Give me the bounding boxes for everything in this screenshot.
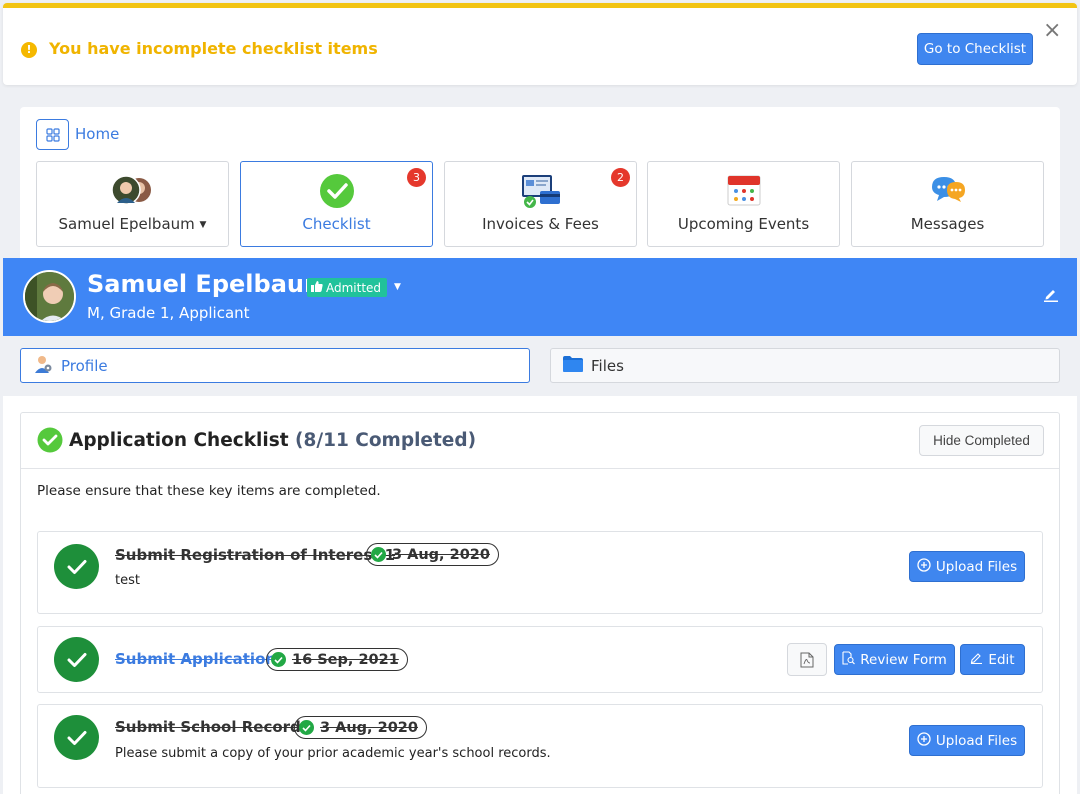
edit-pencil-icon[interactable] [1043, 286, 1059, 306]
grid-icon [45, 127, 60, 142]
completion-date: 3 Aug, 2020 [320, 719, 418, 736]
checklist-progress-count: (8/11 Completed) [295, 430, 477, 451]
student-subtitle: M, Grade 1, Applicant [87, 304, 250, 322]
tab-label: Profile [61, 356, 108, 375]
caret-down-icon: ▼ [199, 220, 207, 230]
invoice-icon [520, 173, 562, 213]
completion-date-pill: 16 Sep, 2021 [266, 648, 408, 671]
completed-check-icon [54, 637, 99, 682]
upload-files-button[interactable]: Upload Files [909, 551, 1025, 582]
pencil-icon [970, 651, 983, 668]
completion-date-pill: 3 Aug, 2020 [294, 716, 427, 739]
item-description: test [115, 573, 140, 588]
pdf-file-icon [800, 652, 814, 667]
student-name: Samuel Epelbaum [87, 270, 329, 298]
upload-files-button[interactable]: Upload Files [909, 725, 1025, 756]
go-to-checklist-button[interactable]: Go to Checklist [917, 33, 1033, 65]
checklist-item: Submit Application 16 Sep, 2021 Review F… [37, 626, 1043, 693]
tab-profile[interactable]: Profile [20, 348, 530, 383]
tile-messages[interactable]: Messages [851, 161, 1044, 247]
tile-label: Checklist [302, 215, 371, 233]
review-form-button[interactable]: Review Form [834, 644, 955, 675]
divider [21, 468, 1059, 469]
check-icon [271, 652, 286, 667]
invoices-count-badge: 2 [611, 168, 630, 187]
tab-files[interactable]: Files [550, 348, 1060, 383]
tile-label: Messages [910, 215, 985, 233]
tile-label: Upcoming Events [677, 215, 810, 233]
checklist-item: Submit Registration of Interest 1 3 Aug,… [37, 531, 1043, 614]
status-caret-down-icon[interactable]: ▼ [394, 282, 401, 292]
submit-application-link[interactable]: Submit Application [115, 650, 276, 668]
item-description: Please submit a copy of your prior acade… [115, 746, 551, 761]
tile-student-selector[interactable]: Samuel Epelbaum ▼ [36, 161, 229, 247]
pdf-download-button[interactable] [787, 643, 827, 676]
checklist-item: Submit School Records 3 Aug, 2020 Please… [37, 704, 1043, 788]
tile-upcoming-events[interactable]: Upcoming Events [647, 161, 840, 247]
checklist-title-text: Application Checklist [69, 430, 289, 451]
status-badge[interactable]: Admitted [307, 278, 388, 297]
tile-label: Samuel Epelbaum [58, 215, 195, 233]
checklist-content-area: Application Checklist (8/11 Completed) H… [3, 396, 1077, 794]
home-navigation-panel: Home Samuel Epelbaum ▼ 3 Checklist 2 Inv… [20, 107, 1060, 277]
button-label: Review Form [860, 651, 947, 668]
item-title: Submit Registration of Interest 1 [115, 546, 396, 564]
tile-label: Invoices & Fees [482, 215, 599, 233]
button-label: Upload Files [935, 732, 1018, 749]
button-label: Upload Files [935, 558, 1018, 575]
completion-date: 16 Sep, 2021 [292, 651, 399, 668]
checklist-title: Application Checklist (8/11 Completed) [69, 430, 476, 451]
calendar-icon [726, 173, 762, 211]
avatar[interactable] [23, 270, 76, 323]
completion-date: 3 Aug, 2020 [392, 546, 490, 563]
checklist-intro: Please ensure that these key items are c… [37, 483, 381, 499]
tile-checklist[interactable]: 3 Checklist [240, 161, 433, 247]
green-check-icon [319, 173, 355, 213]
checklist-count-badge: 3 [407, 168, 426, 187]
thumbs-up-icon [311, 280, 323, 295]
alert-message: You have incomplete checklist items [49, 39, 378, 58]
tile-invoices[interactable]: 2 Invoices & Fees [444, 161, 637, 247]
home-grid-button[interactable] [36, 119, 69, 150]
close-icon[interactable]: × [1043, 20, 1061, 42]
student-profile-header: Samuel Epelbaum Admitted ▼ M, Grade 1, A… [3, 258, 1077, 336]
tab-label: Files [591, 356, 624, 375]
completed-check-icon [54, 715, 99, 760]
check-icon [371, 547, 386, 562]
status-label: Admitted [326, 280, 382, 295]
plus-circle-icon [917, 731, 931, 750]
home-link[interactable]: Home [75, 125, 119, 143]
application-checklist-card: Application Checklist (8/11 Completed) H… [20, 412, 1060, 794]
profile-person-icon [33, 354, 53, 378]
document-search-icon [842, 650, 856, 669]
completed-check-icon [54, 544, 99, 589]
warning-icon: ! [21, 42, 37, 58]
chat-bubbles-icon [929, 173, 967, 209]
green-check-icon [37, 427, 63, 457]
folder-icon [563, 355, 583, 376]
plus-circle-icon [917, 557, 931, 576]
completion-date-pill: 3 Aug, 2020 [366, 543, 499, 566]
item-title: Submit School Records [115, 718, 310, 736]
family-avatars-icon [108, 173, 158, 211]
check-icon [299, 720, 314, 735]
incomplete-checklist-alert: ! You have incomplete checklist items Go… [3, 3, 1077, 85]
button-label: Edit [988, 651, 1015, 668]
edit-application-button[interactable]: Edit [960, 644, 1025, 675]
hide-completed-button[interactable]: Hide Completed [919, 425, 1044, 456]
